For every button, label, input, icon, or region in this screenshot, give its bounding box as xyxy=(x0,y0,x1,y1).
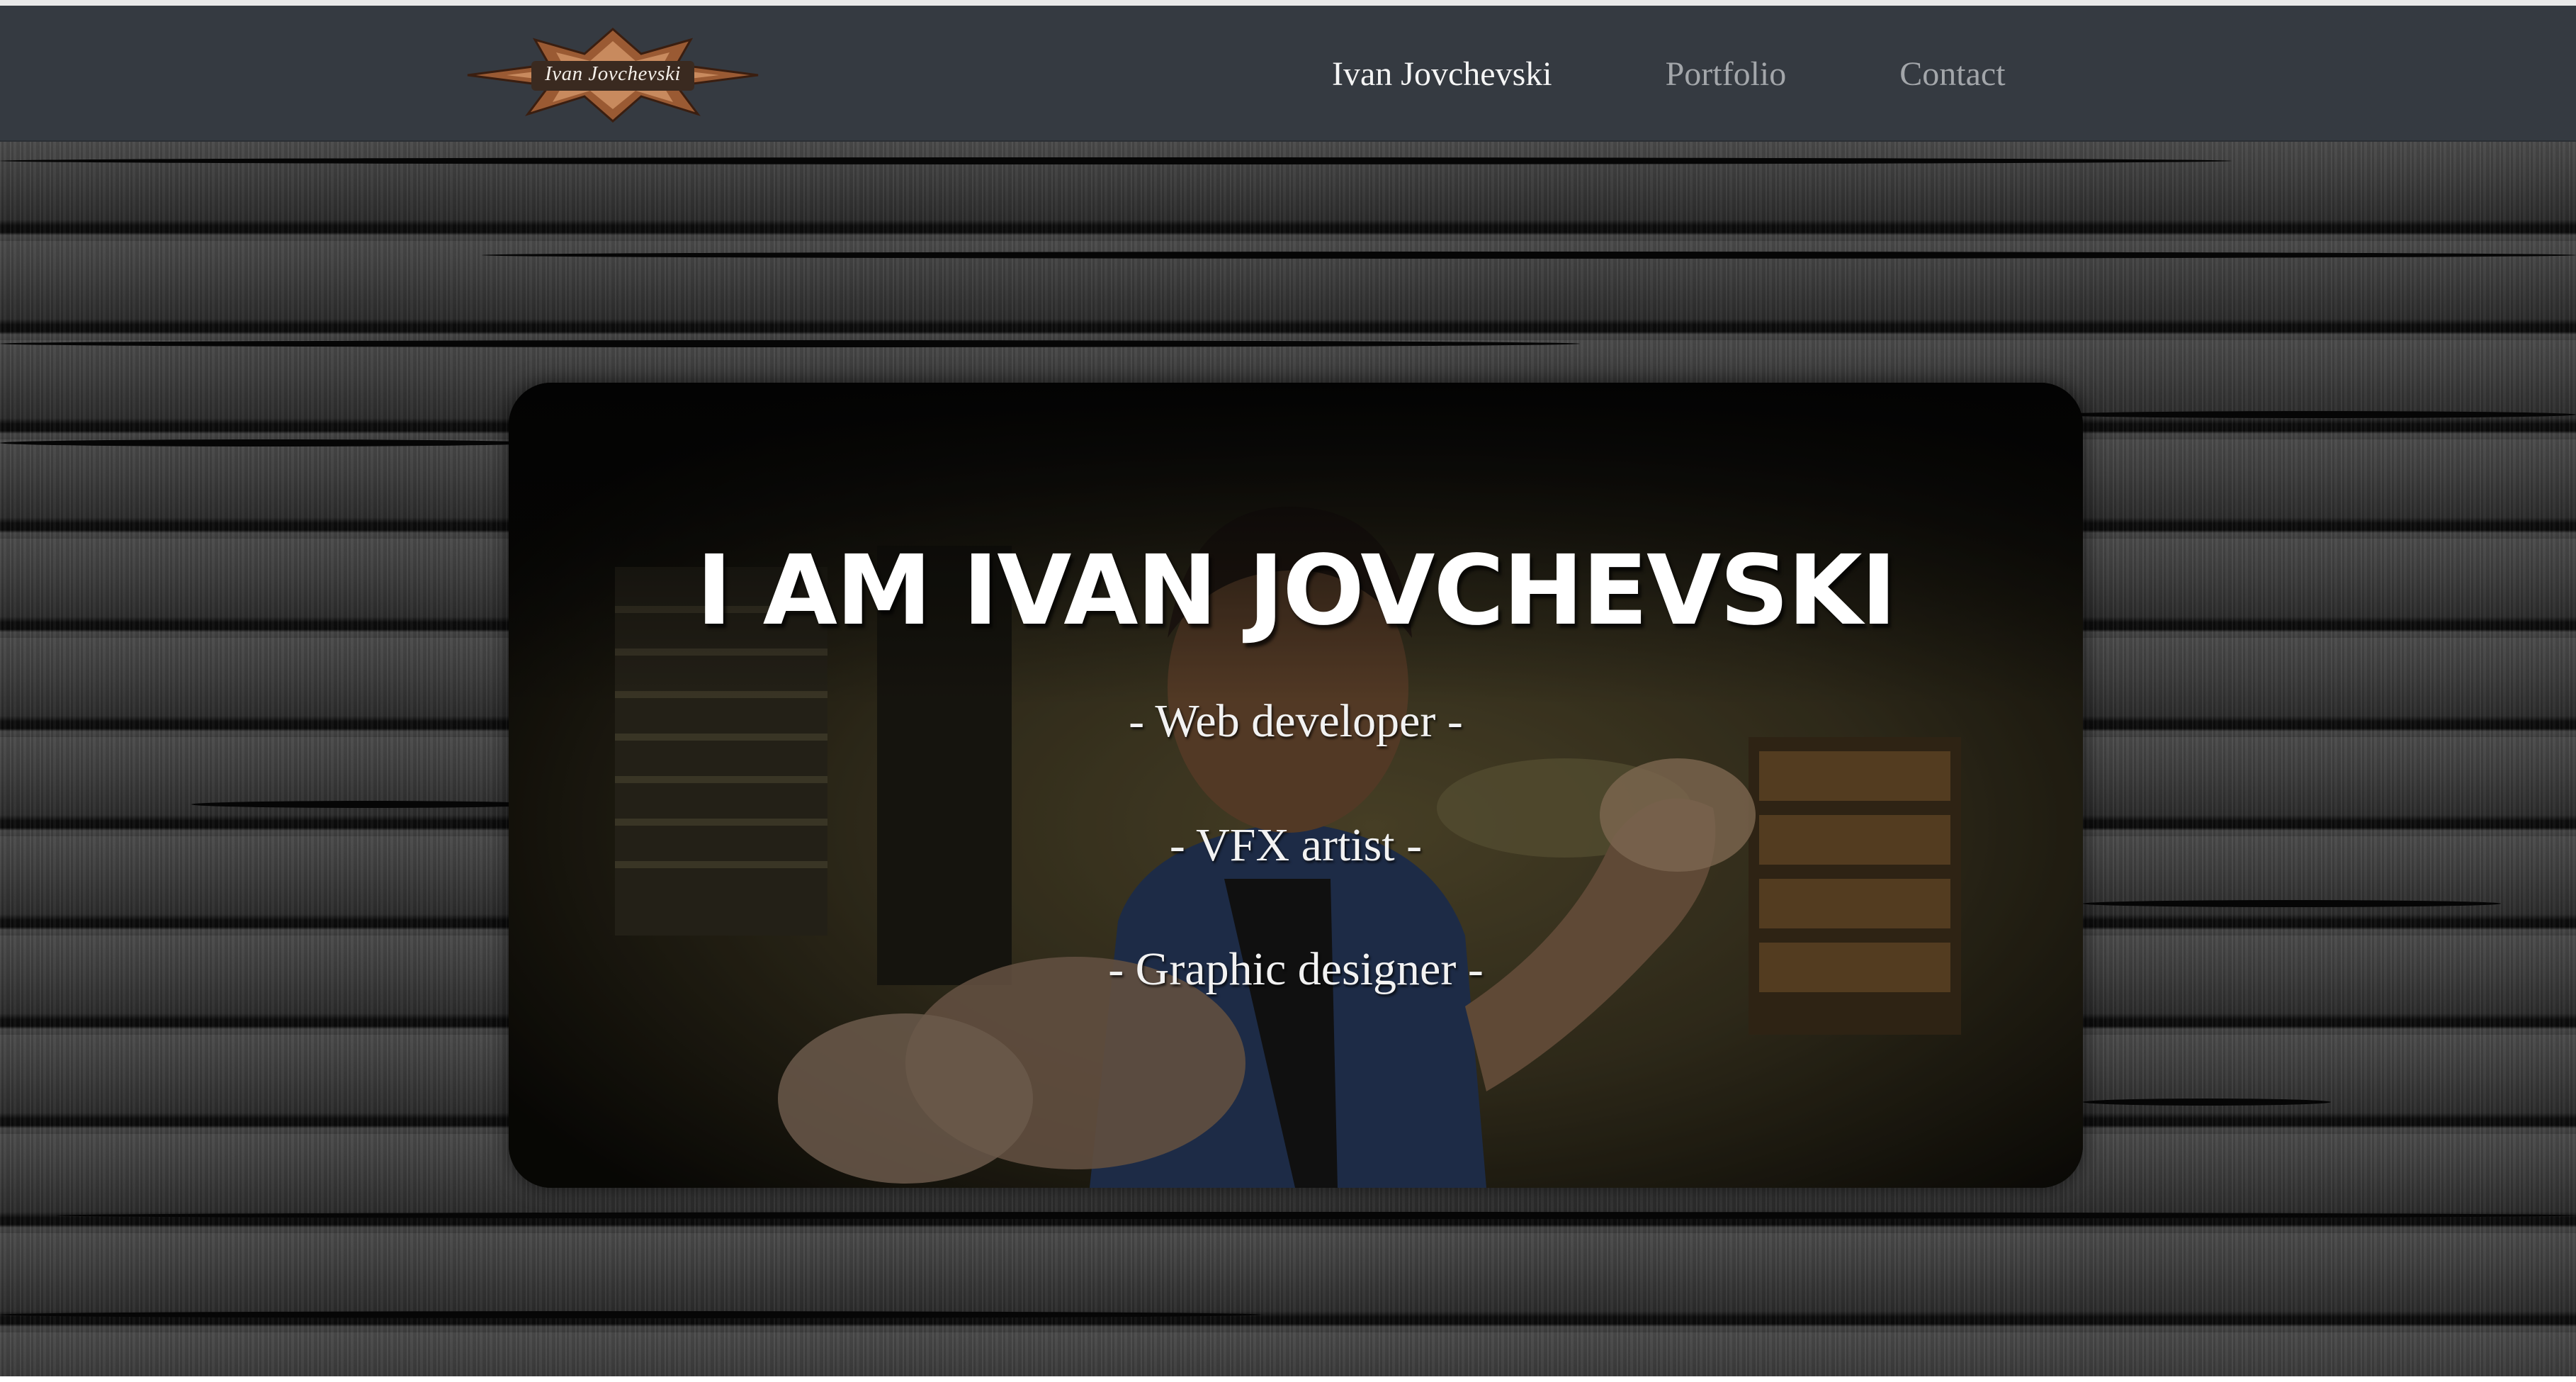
background-crack xyxy=(2055,411,2576,418)
hero-background-photo xyxy=(509,383,2083,1188)
background-crack xyxy=(191,801,546,808)
bottom-edge xyxy=(0,1376,2576,1382)
top-edge xyxy=(0,0,2576,6)
background-crack xyxy=(2083,1099,2331,1106)
hero-title: I AM IVAN JOVCHEVSKI xyxy=(696,535,1897,647)
background-crack xyxy=(0,439,538,446)
role-web-developer: - Web developer - xyxy=(1129,695,1463,747)
role-vfx-artist: - VFX artist - xyxy=(1169,819,1423,871)
logo-text: Ivan Jovchevski xyxy=(545,62,681,85)
background-crack xyxy=(57,1212,2576,1219)
background-crack xyxy=(0,1311,1261,1318)
nav-link-contact[interactable]: Contact xyxy=(1899,55,2005,94)
nav-link-portfolio[interactable]: Portfolio xyxy=(1666,55,1787,94)
nav-link-home[interactable]: Ivan Jovchevski xyxy=(1332,55,1552,94)
navbar: Ivan Jovchevski Ivan Jovchevski Portfoli… xyxy=(0,6,2576,142)
background-crack xyxy=(482,252,2576,259)
nav-links: Ivan Jovchevski Portfolio Contact xyxy=(1332,45,2006,102)
page: Ivan Jovchevski Ivan Jovchevski Portfoli… xyxy=(0,0,2576,1382)
logo[interactable]: Ivan Jovchevski xyxy=(464,26,762,125)
background-crack xyxy=(0,157,2232,164)
background-crack xyxy=(2083,900,2501,907)
hero-card: I AM IVAN JOVCHEVSKI - Web developer - -… xyxy=(509,383,2083,1188)
role-graphic-designer: - Graphic designer - xyxy=(1108,943,1484,995)
background-crack xyxy=(0,340,1580,347)
